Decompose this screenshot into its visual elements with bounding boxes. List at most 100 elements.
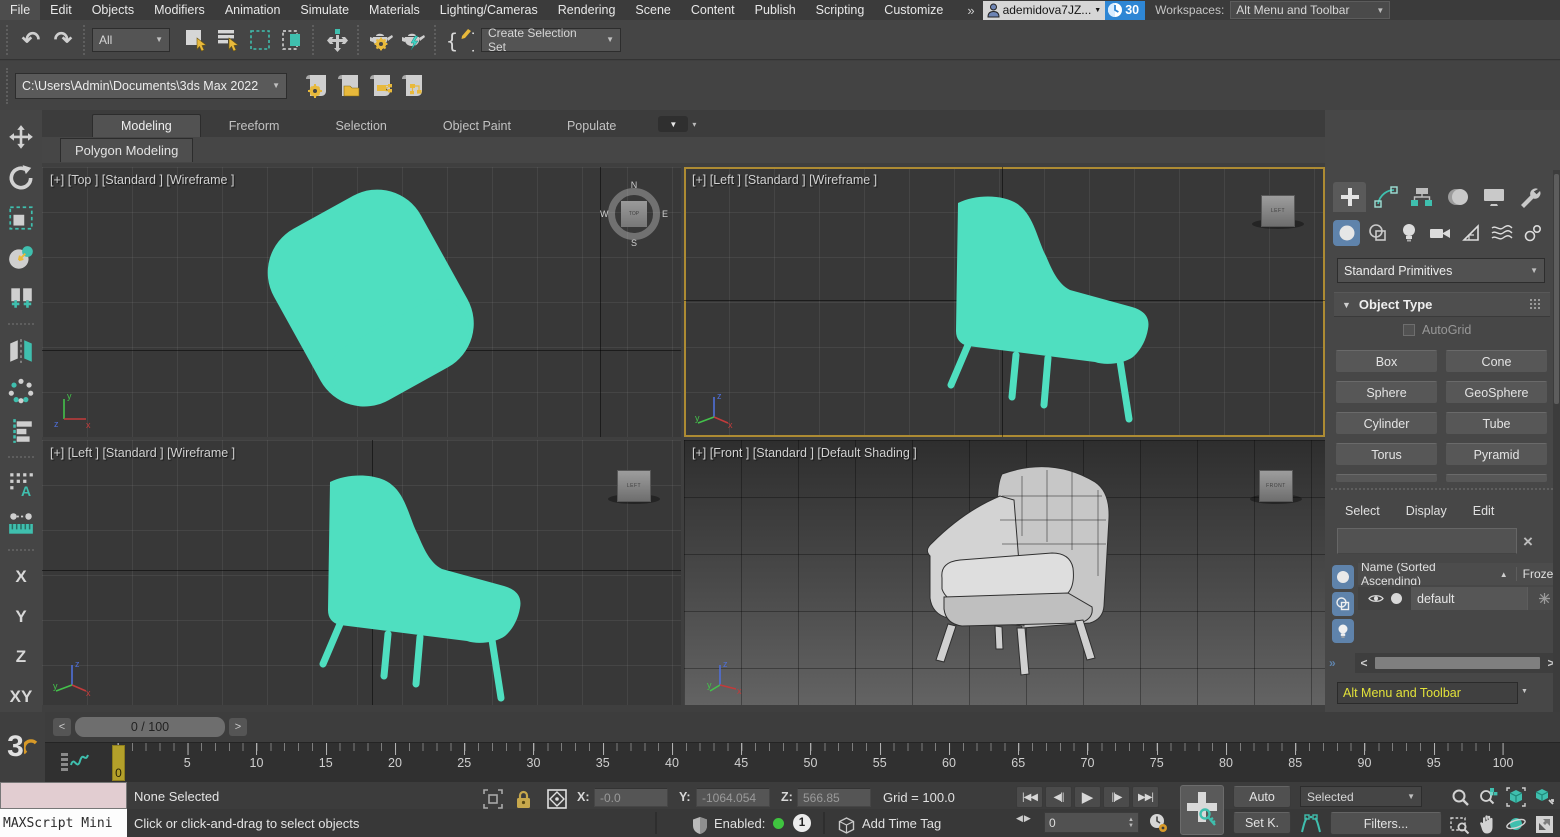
explorer-hscrollbar[interactable]: < > [1355, 653, 1560, 673]
security-message-count[interactable]: 1 [793, 814, 811, 832]
rectangular-selection-region-button[interactable] [244, 24, 276, 56]
project-settings-button[interactable] [301, 70, 333, 102]
undo-button[interactable]: ↶ [15, 24, 47, 56]
set-keys-button[interactable] [1180, 785, 1224, 835]
tab-utilities[interactable] [1513, 182, 1546, 212]
y-coordinate-field[interactable]: -1064.054 [696, 788, 770, 807]
project-folder-dropdown[interactable]: C:\Users\Admin\Documents\3ds Max 2022 ▼ [15, 72, 287, 99]
viewport-left-lower-label[interactable]: [+] [Left ] [Standard ] [Wireframe ] [50, 446, 235, 460]
viewport-left-upper[interactable]: [+] [Left ] [Standard ] [Wireframe ] LEF… [684, 167, 1325, 437]
menu-rendering[interactable]: Rendering [548, 0, 626, 20]
chair-object-side-view[interactable] [906, 189, 1156, 424]
go-to-end-button[interactable]: ▶▶| [1132, 786, 1159, 808]
menu-modifiers[interactable]: Modifiers [144, 0, 215, 20]
next-frame-button[interactable]: ||▶ [1103, 786, 1130, 808]
viewcube-face[interactable]: TOP [621, 201, 647, 227]
isolate-selection-toggle[interactable] [481, 787, 505, 811]
object-name-cell[interactable]: default [1411, 587, 1527, 610]
tab-modify[interactable] [1369, 182, 1402, 212]
timer-badge[interactable]: 30 [1105, 0, 1146, 20]
selection-lock-toggle[interactable] [511, 787, 535, 811]
object-color-swatch[interactable] [1391, 593, 1402, 604]
sort-ascending-icon[interactable]: ▲ [1500, 570, 1508, 579]
ribbon-tab-object-paint[interactable]: Object Paint [415, 115, 539, 137]
menu-animation[interactable]: Animation [215, 0, 291, 20]
go-to-start-button[interactable]: |◀◀ [1016, 786, 1043, 808]
ribbon-tab-populate[interactable]: Populate [539, 115, 644, 137]
hscroll-left-icon[interactable]: < [1355, 656, 1373, 670]
menu-scripting[interactable]: Scripting [806, 0, 875, 20]
menu-publish[interactable]: Publish [745, 0, 806, 20]
x-coordinate-field[interactable]: -0.0 [594, 788, 668, 807]
frame-display[interactable]: 0 / 100 [75, 717, 225, 737]
subtab-cameras[interactable] [1426, 220, 1453, 246]
category-dropdown[interactable]: Standard Primitives ▼ [1337, 258, 1545, 283]
hscroll-thumb[interactable] [1375, 657, 1540, 669]
object-type-rollout-header[interactable]: ▼ Object Type [1334, 292, 1550, 317]
maximize-viewport-toggle[interactable] [1532, 812, 1556, 836]
button-sphere[interactable]: Sphere [1335, 381, 1438, 404]
previous-frame-button[interactable]: ◀|| [1045, 786, 1072, 808]
project-nodes-button[interactable] [397, 70, 429, 102]
tab-display[interactable] [1477, 182, 1510, 212]
orbit-view-button[interactable] [1504, 812, 1528, 836]
ribbon-panel-polygon-modeling[interactable]: Polygon Modeling [60, 138, 194, 162]
command-panel-scrollbar[interactable] [1553, 170, 1560, 712]
zoom-button[interactable] [1448, 785, 1472, 809]
snaps-toggle-button[interactable]: 3 [7, 732, 38, 762]
select-and-place-tool[interactable] [4, 242, 38, 273]
window-crossing-toggle[interactable] [276, 24, 308, 56]
zoom-extents-all-button[interactable] [1532, 785, 1556, 809]
viewport-top[interactable]: [+] [Top ] [Standard ] [Wireframe ] N S … [42, 167, 681, 437]
timeline-track[interactable]: 0 5 10 15 20 25 30 35 40 45 50 55 60 65 70 75 80 85 90 95 10… [45, 742, 1560, 783]
explorer-menu-edit[interactable]: Edit [1473, 504, 1495, 518]
autogrid-control[interactable]: AutoGrid [1403, 323, 1471, 337]
button-tube[interactable]: Tube [1445, 412, 1548, 435]
array-tool[interactable] [4, 375, 38, 406]
ribbon-tab-modeling[interactable]: Modeling [92, 114, 201, 137]
subtab-geometry[interactable] [1333, 220, 1360, 246]
subtab-shapes[interactable] [1364, 220, 1391, 246]
open-script-editor-button[interactable]: { } [443, 24, 475, 56]
menu-content[interactable]: Content [681, 0, 745, 20]
mini-curve-toggle[interactable] [59, 749, 89, 775]
viewcube-face[interactable]: LEFT [1261, 195, 1295, 227]
filter-shapes-toggle[interactable] [1332, 592, 1354, 616]
mirror-tool[interactable] [4, 335, 38, 366]
current-frame-field[interactable]: 0 ▲ ▼ [1044, 812, 1139, 833]
frame-spinner[interactable]: ▲ ▼ [1128, 817, 1134, 829]
viewcube-face[interactable]: LEFT [617, 470, 651, 502]
button-pyramid[interactable]: Pyramid [1445, 443, 1548, 466]
key-filters-button[interactable]: Filters... [1330, 812, 1442, 835]
column-name-header[interactable]: Name (Sorted Ascending) [1358, 563, 1496, 585]
viewport-front-label[interactable]: [+] [Front ] [Standard ] [Default Shadin… [692, 446, 917, 460]
filter-lights-toggle[interactable] [1332, 619, 1354, 643]
explorer-search-input[interactable] [1337, 528, 1517, 554]
scene-security-button[interactable] [688, 813, 712, 837]
explorer-row-default[interactable]: default [1358, 587, 1560, 610]
next-frame-small-button[interactable]: > [229, 718, 247, 736]
open-project-folder-button[interactable] [333, 70, 365, 102]
create-selection-set-dropdown[interactable]: Create Selection Set ▼ [481, 26, 621, 54]
maxscript-mini-label-box[interactable]: MAXScript Mini [0, 809, 127, 837]
chair-object-shaded[interactable] [902, 456, 1114, 705]
menu-edit[interactable]: Edit [40, 0, 82, 20]
scrollbar-thumb[interactable] [1554, 174, 1559, 404]
render-button[interactable] [398, 24, 430, 56]
clone-tools[interactable] [4, 282, 38, 313]
button-torus[interactable]: Torus [1335, 443, 1438, 466]
align-tool[interactable] [4, 415, 38, 446]
workspace-selector-caret-icon[interactable]: ▼ [1521, 688, 1528, 695]
subtab-helpers[interactable] [1457, 220, 1484, 246]
axis-constraint-z[interactable]: Z [4, 641, 38, 672]
button-cylinder[interactable]: Cylinder [1335, 412, 1438, 435]
frame-step-right-icon[interactable]: ▶ [1024, 813, 1031, 824]
tab-motion[interactable] [1441, 182, 1474, 212]
chair-object-top-view[interactable] [257, 179, 482, 419]
select-by-name-button[interactable] [212, 24, 244, 56]
redo-button[interactable]: ↷ [47, 24, 79, 56]
subtab-space-warps[interactable] [1488, 220, 1515, 246]
select-object-button[interactable] [180, 24, 212, 56]
project-structure-button[interactable] [365, 70, 397, 102]
viewport-top-label[interactable]: [+] [Top ] [Standard ] [Wireframe ] [50, 173, 234, 187]
